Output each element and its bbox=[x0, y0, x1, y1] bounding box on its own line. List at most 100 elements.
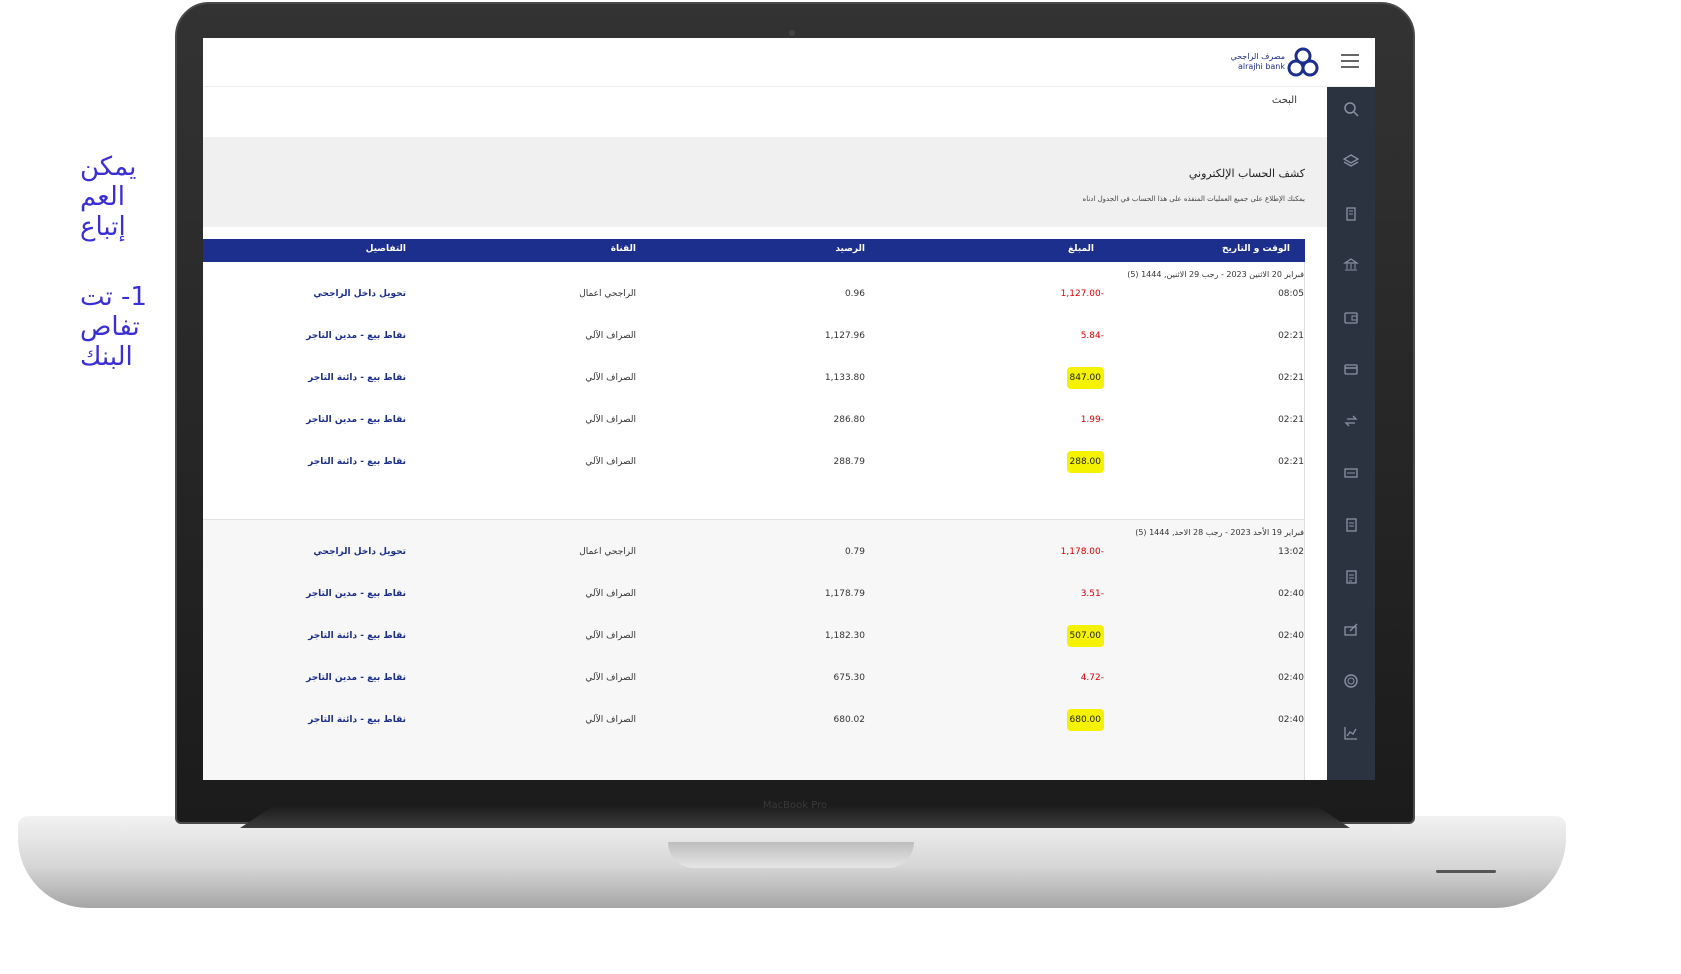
date-group: فبراير 19 الأحد 2023 - رجب 28 الاحد, 144… bbox=[203, 520, 1305, 780]
cell-balance: 0.96 bbox=[844, 289, 865, 299]
search-label[interactable]: البحث bbox=[1272, 95, 1297, 106]
cell-channel: الصراف الآلي bbox=[585, 373, 636, 383]
cell-details-link[interactable]: نقاط بيع - مدين التاجر bbox=[306, 331, 406, 341]
document-icon[interactable] bbox=[1341, 517, 1361, 537]
cell-details-link[interactable]: نقاط بيع - مدين التاجر bbox=[306, 673, 406, 683]
building-icon[interactable] bbox=[1341, 205, 1361, 225]
table-row[interactable]: 13:02 1,178.00- 0.79 الراجحي اعمال تحويل… bbox=[203, 544, 1305, 564]
cell-time: 02:21 bbox=[1278, 373, 1304, 383]
wallet-icon[interactable] bbox=[1341, 309, 1361, 329]
cell-amount-highlighted: 507.00 bbox=[1066, 625, 1104, 647]
transactions-table: الوقت و التاريخ المبلغ الرصيد القناة الت… bbox=[203, 239, 1305, 780]
cell-balance: 286.80 bbox=[833, 415, 866, 425]
cell-details-link[interactable]: نقاط بيع - دائنة التاجر bbox=[308, 457, 406, 467]
bank-logo[interactable]: مصرف الراجحي alrajhi bank bbox=[1227, 46, 1319, 80]
transfer-icon[interactable] bbox=[1341, 413, 1361, 433]
table-header: الوقت و التاريخ المبلغ الرصيد القناة الت… bbox=[203, 239, 1305, 262]
cell-details-link[interactable]: نقاط بيع - مدين التاجر bbox=[306, 415, 406, 425]
cell-balance: 675.30 bbox=[833, 673, 866, 683]
cell-amount: 5.84- bbox=[1080, 331, 1104, 341]
cell-channel: الصراف الآلي bbox=[585, 415, 636, 425]
sidebar bbox=[1327, 87, 1375, 780]
bank-logo-icon bbox=[1287, 47, 1319, 77]
caption-line: 1- تت bbox=[80, 282, 147, 312]
search-icon[interactable] bbox=[1341, 101, 1361, 121]
cell-time: 02:21 bbox=[1278, 415, 1304, 425]
table-row[interactable]: 02:40 680.00 680.02 الصراف الآلي نقاط بي… bbox=[203, 709, 1305, 732]
cell-amount: 4.72- bbox=[1080, 673, 1104, 683]
cell-balance: 1,182.30 bbox=[824, 631, 865, 641]
cell-channel: الصراف الآلي bbox=[585, 457, 636, 467]
bill-icon[interactable] bbox=[1341, 465, 1361, 485]
caption-line: إتباع bbox=[80, 212, 126, 242]
cell-balance: 288.79 bbox=[833, 457, 866, 467]
table-row[interactable]: 02:21 5.84- 1,127.96 الصراف الآلي نقاط ب… bbox=[203, 328, 1305, 348]
layers-icon[interactable] bbox=[1341, 153, 1361, 173]
cell-balance: 1,127.96 bbox=[824, 331, 865, 341]
document2-icon[interactable] bbox=[1341, 569, 1361, 589]
cell-balance: 680.02 bbox=[833, 715, 866, 725]
cell-channel: الراجحي اعمال bbox=[579, 547, 636, 557]
cell-amount: 3.51- bbox=[1080, 589, 1104, 599]
cell-amount-highlighted: 288.00 bbox=[1066, 451, 1104, 473]
cell-details-link[interactable]: نقاط بيع - دائنة التاجر bbox=[308, 631, 406, 641]
cell-details-link[interactable]: نقاط بيع - مدين التاجر bbox=[306, 589, 406, 599]
table-row[interactable]: 02:21 847.00 1,133.80 الصراف الآلي نقاط … bbox=[203, 367, 1305, 390]
date-group-label: فبراير 19 الأحد 2023 - رجب 28 الاحد, 144… bbox=[1135, 528, 1304, 537]
cell-amount: 1.99- bbox=[1080, 415, 1104, 425]
cell-channel: الصراف الآلي bbox=[585, 715, 636, 725]
caption-line: العم bbox=[80, 182, 125, 212]
bank-icon[interactable] bbox=[1341, 257, 1361, 277]
page-description: يمكنك الإطلاع على جميع العمليات المنفذه … bbox=[1082, 195, 1305, 203]
caption-line: يمكن bbox=[80, 152, 137, 182]
side-caption: يمكن العم إتباع 1- تت تفاص البنك bbox=[80, 152, 160, 512]
cell-channel: الصراف الآلي bbox=[585, 631, 636, 641]
cell-details-link[interactable]: نقاط بيع - دائنة التاجر bbox=[308, 373, 406, 383]
cell-time: 02:21 bbox=[1278, 331, 1304, 341]
cell-time: 02:40 bbox=[1278, 715, 1304, 725]
cell-channel: الصراف الآلي bbox=[585, 331, 636, 341]
laptop-notch bbox=[668, 842, 914, 868]
coin-icon[interactable] bbox=[1341, 673, 1361, 693]
column-header-amount[interactable]: المبلغ bbox=[1068, 244, 1094, 254]
cell-time: 02:40 bbox=[1278, 589, 1304, 599]
table-row[interactable]: 02:21 1.99- 286.80 الصراف الآلي نقاط بيع… bbox=[203, 412, 1305, 432]
top-bar: مصرف الراجحي alrajhi bank bbox=[203, 38, 1375, 87]
cell-time: 02:40 bbox=[1278, 673, 1304, 683]
table-row[interactable]: 08:05 1,127.00- 0.96 الراجحي اعمال تحويل… bbox=[203, 286, 1305, 306]
column-header-balance[interactable]: الرصيد bbox=[835, 244, 865, 254]
cell-channel: الراجحي اعمال bbox=[579, 289, 636, 299]
column-header-details[interactable]: التفاصيل bbox=[366, 244, 406, 254]
cell-time: 02:21 bbox=[1278, 457, 1304, 467]
cell-details-link[interactable]: تحويل داخل الراجحي bbox=[313, 547, 406, 557]
caption-line: البنك bbox=[80, 342, 133, 372]
cell-amount: 1,127.00- bbox=[1060, 289, 1104, 299]
cell-details-link[interactable]: تحويل داخل الراجحي bbox=[313, 289, 406, 299]
laptop-foot bbox=[1436, 870, 1496, 873]
date-group: فبراير 20 الاثنين 2023 - رجب 29 الاثنين,… bbox=[203, 262, 1305, 519]
camera-icon bbox=[789, 30, 795, 36]
column-header-datetime[interactable]: الوقت و التاريخ bbox=[1222, 244, 1290, 254]
chart-icon[interactable] bbox=[1341, 725, 1361, 745]
laptop-screen: مصرف الراجحي alrajhi bank البحث كشف الحس… bbox=[203, 38, 1375, 780]
table-row[interactable]: 02:21 288.00 288.79 الصراف الآلي نقاط بي… bbox=[203, 451, 1305, 474]
cell-time: 13:02 bbox=[1278, 547, 1304, 557]
cell-amount-highlighted: 680.00 bbox=[1066, 709, 1104, 731]
table-row[interactable]: 02:40 4.72- 675.30 الصراف الآلي نقاط بيع… bbox=[203, 670, 1305, 690]
cell-balance: 1,178.79 bbox=[824, 589, 865, 599]
table-row[interactable]: 02:40 3.51- 1,178.79 الصراف الآلي نقاط ب… bbox=[203, 586, 1305, 606]
card-icon[interactable] bbox=[1341, 361, 1361, 381]
sign-icon[interactable] bbox=[1341, 621, 1361, 641]
page-title: كشف الحساب الإلكتروني bbox=[1188, 167, 1305, 180]
column-header-channel[interactable]: القناة bbox=[611, 244, 636, 254]
cell-balance: 0.79 bbox=[844, 547, 865, 557]
logo-arabic: مصرف الراجحي bbox=[1230, 52, 1285, 61]
caption-line: تفاص bbox=[80, 312, 140, 342]
cell-amount: 1,178.00- bbox=[1060, 547, 1104, 557]
page: يمكن العم إتباع 1- تت تفاص البنك MacBook… bbox=[0, 0, 1681, 974]
bezel-label: MacBook Pro bbox=[762, 800, 828, 811]
cell-details-link[interactable]: نقاط بيع - دائنة التاجر bbox=[308, 715, 406, 725]
cell-time: 02:40 bbox=[1278, 631, 1304, 641]
table-row[interactable]: 02:40 507.00 1,182.30 الصراف الآلي نقاط … bbox=[203, 625, 1305, 648]
hamburger-menu-icon[interactable] bbox=[1341, 54, 1359, 68]
